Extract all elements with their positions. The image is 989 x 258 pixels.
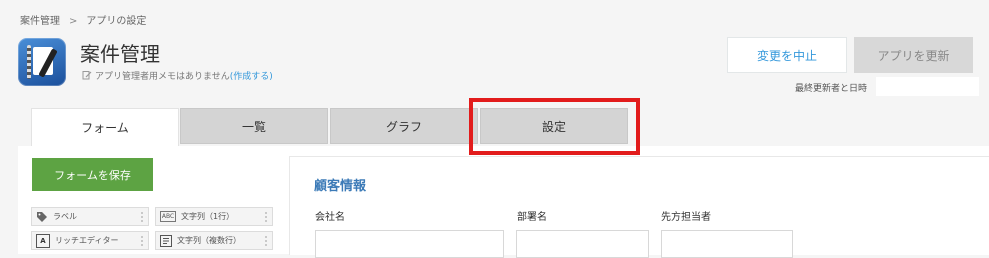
app-memo: アプリ管理者用メモはありません(作成する)	[82, 69, 273, 83]
field-label-company: 会社名	[315, 212, 345, 223]
palette-item-text: 文字列（1行）	[181, 212, 235, 221]
settings-tab-highlight	[469, 98, 640, 155]
drag-grip-icon	[264, 211, 268, 223]
field-label-contact: 先方担当者	[661, 212, 711, 223]
drag-grip-icon	[140, 211, 144, 223]
last-updated-value	[876, 77, 979, 96]
rich-text-icon: A	[36, 233, 50, 248]
palette-item-text: ラベル	[53, 212, 77, 221]
multiline-text-icon	[160, 234, 172, 247]
section-title[interactable]: 顧客情報	[314, 175, 366, 194]
memo-edit-icon	[82, 70, 92, 83]
app-notebook-icon	[18, 38, 66, 86]
drag-grip-icon	[264, 235, 268, 247]
breadcrumb-current: アプリの設定	[86, 16, 147, 27]
palette-item-text: リッチエディター	[55, 236, 119, 245]
palette-item-text: 文字列（複数行）	[177, 236, 241, 245]
page-title: 案件管理	[80, 42, 160, 66]
tag-icon	[36, 211, 48, 223]
palette-item-single-line-text[interactable]: ABC 文字列（1行）	[155, 207, 273, 226]
memo-create-link[interactable]: (作成する)	[230, 72, 273, 82]
palette-item-multi-line-text[interactable]: 文字列（複数行）	[155, 231, 273, 250]
breadcrumb-separator: >	[69, 16, 78, 27]
breadcrumb: 案件管理 > アプリの設定	[20, 12, 146, 27]
breadcrumb-parent-link[interactable]: 案件管理	[20, 16, 60, 27]
tab-list[interactable]: 一覧	[180, 108, 328, 144]
drag-grip-icon	[140, 235, 144, 247]
memo-text: アプリ管理者用メモはありません	[95, 72, 230, 82]
update-app-button[interactable]: アプリを更新	[854, 37, 973, 73]
tab-form[interactable]: フォーム	[31, 108, 179, 146]
abc-icon: ABC	[160, 211, 176, 222]
cancel-changes-button[interactable]: 変更を中止	[727, 37, 847, 73]
palette-item-rich-editor[interactable]: A リッチエディター	[31, 231, 149, 250]
palette-item-label[interactable]: ラベル	[31, 207, 149, 226]
field-label-department: 部署名	[517, 212, 547, 223]
save-form-button[interactable]: フォームを保存	[32, 158, 153, 191]
last-updated-label: 最終更新者と日時	[795, 84, 868, 94]
tab-graph[interactable]: グラフ	[330, 108, 478, 144]
